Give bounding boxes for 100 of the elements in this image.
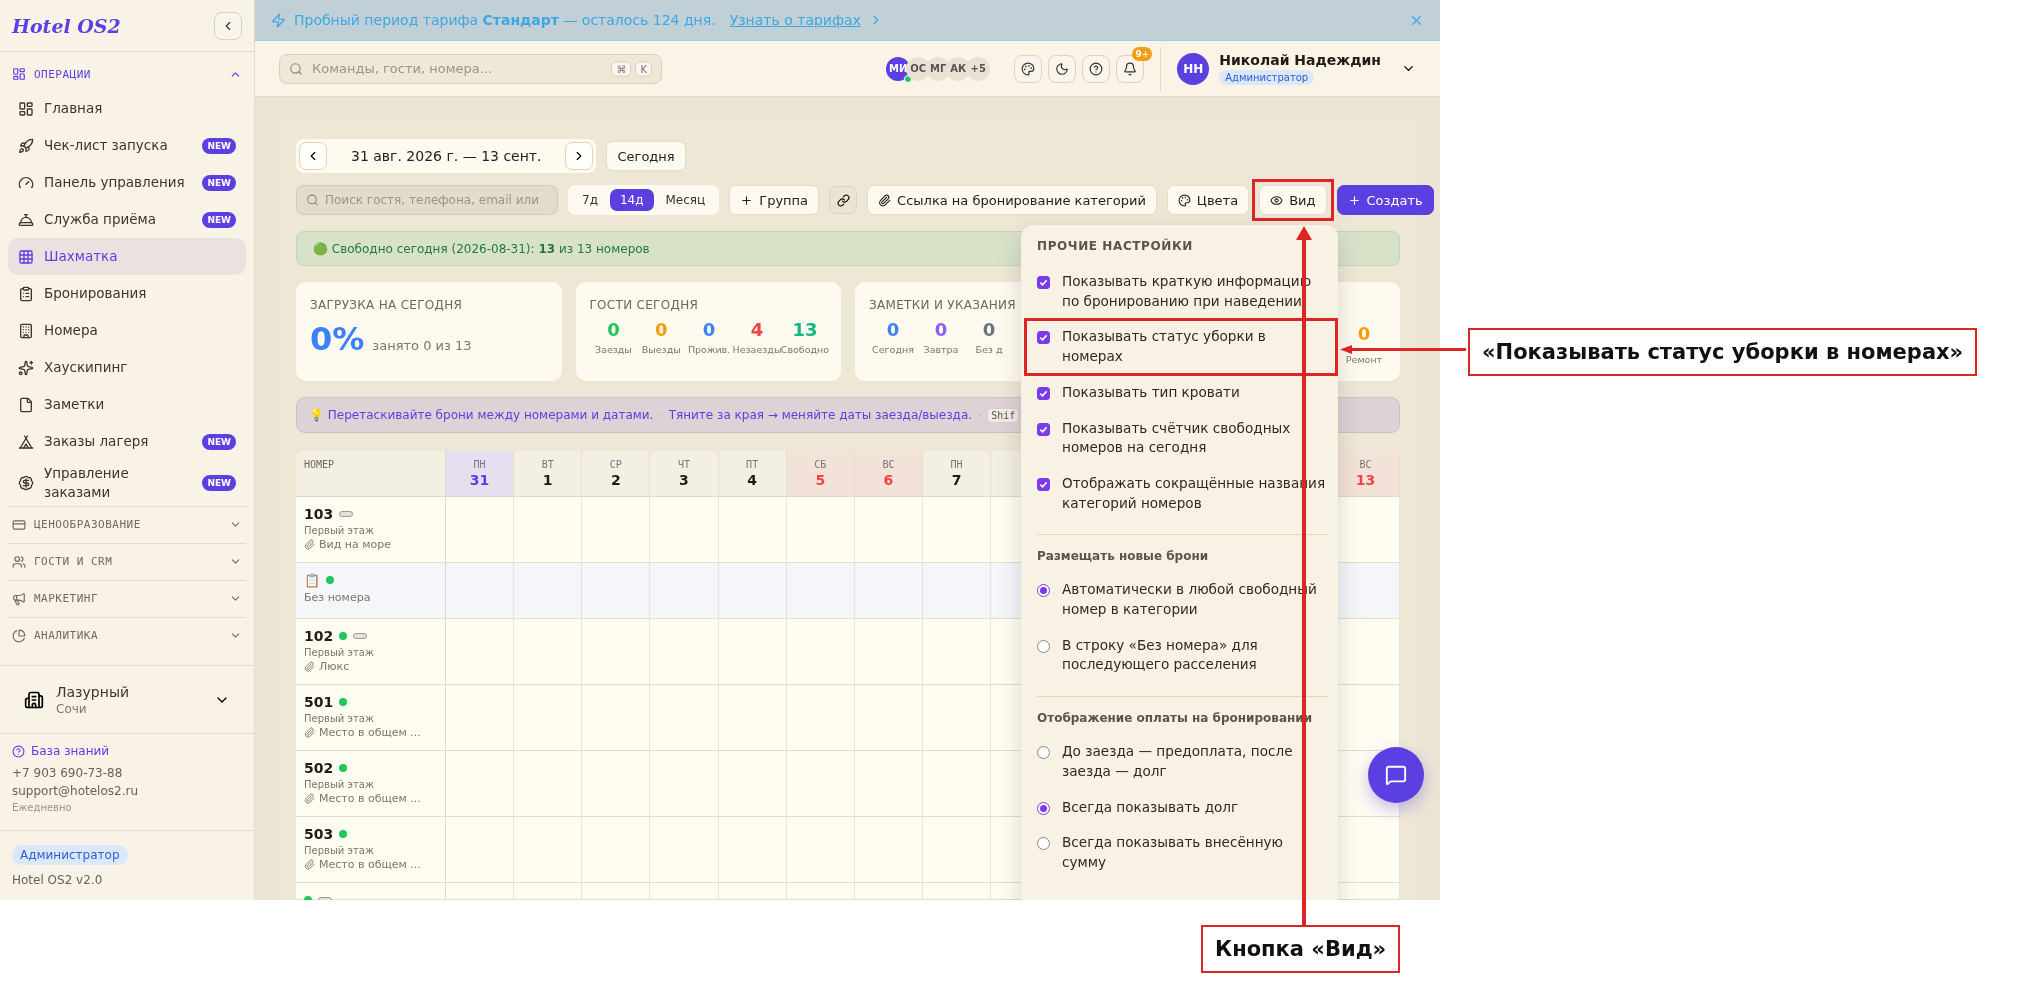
calendar-cell[interactable] — [718, 685, 787, 751]
calendar-cell[interactable] — [923, 497, 992, 563]
next-button[interactable] — [565, 142, 594, 170]
calendar-cell[interactable] — [446, 619, 515, 685]
colors-button[interactable]: Цвета — [1166, 185, 1250, 215]
calendar-cell[interactable] — [514, 619, 583, 685]
settings-radio[interactable]: Всегда показывать внесённую сумму — [1037, 828, 1328, 878]
help-button[interactable] — [1082, 54, 1111, 83]
nav-item[interactable]: Хаускипинг — [8, 349, 246, 386]
today-button[interactable]: Сегодня — [606, 141, 686, 171]
calendar-cell[interactable] — [854, 685, 923, 751]
calendar-cell[interactable] — [582, 685, 651, 751]
calendar-cell[interactable] — [514, 883, 583, 900]
booking-link-button[interactable]: Ссылка на бронирование категорий — [867, 185, 1157, 215]
calendar-cell[interactable] — [582, 817, 651, 883]
calendar-cell[interactable] — [854, 751, 923, 817]
previous-button[interactable] — [299, 142, 327, 170]
calendar-cell[interactable] — [650, 563, 719, 619]
calendar-cell[interactable] — [650, 751, 719, 817]
palette-button[interactable] — [1014, 54, 1043, 83]
calendar-cell[interactable] — [718, 751, 787, 817]
settings-radio[interactable]: До заезда — предоплата, после заезда — долг — [1037, 737, 1328, 787]
nav-item[interactable]: Панель управления NEW — [8, 164, 246, 201]
nav-section-header[interactable]: АНАЛИТИКА — [8, 616, 246, 654]
calendar-cell[interactable] — [923, 817, 992, 883]
calendar-cell[interactable] — [854, 563, 923, 619]
nav-item[interactable]: Шахматка — [8, 238, 246, 275]
nav-item[interactable]: Чек-лист запуска NEW — [8, 127, 246, 164]
calendar-cell[interactable] — [582, 497, 651, 563]
view-button[interactable]: Вид — [1259, 185, 1327, 215]
calendar-cell[interactable] — [446, 685, 515, 751]
nav-section-header[interactable]: ОПЕРАЦИИ — [8, 58, 246, 90]
nav-item[interactable]: Номера — [8, 312, 246, 349]
calendar-cell[interactable] — [718, 619, 787, 685]
calendar-cell[interactable] — [514, 563, 583, 619]
nav-item[interactable]: Заказы лагеря NEW — [8, 423, 246, 460]
calendar-cell[interactable] — [514, 817, 583, 883]
theme-button[interactable] — [1048, 54, 1077, 83]
calendar-cell[interactable] — [786, 685, 855, 751]
settings-checkbox[interactable]: Показывать статус уборки в номерах — [1037, 322, 1328, 372]
paperclip-icon — [304, 661, 315, 672]
calendar-cell[interactable] — [582, 563, 651, 619]
period-tab[interactable]: Месяц — [655, 189, 716, 211]
calendar-cell[interactable] — [446, 563, 515, 619]
calendar-cell[interactable] — [650, 497, 719, 563]
calendar-cell[interactable] — [923, 883, 992, 900]
nav-section-header[interactable]: МАРКЕТИНГ — [8, 579, 246, 617]
nav-item[interactable]: Служба приёма NEW — [8, 201, 246, 238]
calendar-cell[interactable] — [786, 563, 855, 619]
calendar-cell[interactable] — [650, 817, 719, 883]
calendar-cell[interactable] — [923, 619, 992, 685]
nav-item[interactable]: Бронирования — [8, 275, 246, 312]
calendar-cell[interactable] — [514, 685, 583, 751]
calendar-cell[interactable] — [786, 817, 855, 883]
calendar-cell[interactable] — [718, 883, 787, 900]
nav-section-header[interactable]: ЦЕНООБРАЗОВАНИЕ — [8, 505, 246, 543]
calendar-cell[interactable] — [582, 619, 651, 685]
calendar-cell[interactable] — [923, 685, 992, 751]
calendar-cell[interactable] — [514, 497, 583, 563]
calendar-cell[interactable] — [786, 751, 855, 817]
calendar-cell[interactable] — [854, 817, 923, 883]
calendar-cell[interactable] — [718, 563, 787, 619]
calendar-cell[interactable] — [786, 883, 855, 900]
calendar-cell[interactable] — [446, 817, 515, 883]
calendar-cell[interactable] — [650, 685, 719, 751]
knowledge-base-link[interactable]: База знаний — [12, 744, 242, 758]
settings-checkbox[interactable]: Показывать счётчик свободных номеров на сегодня — [1037, 413, 1328, 463]
calendar-cell[interactable] — [446, 497, 515, 563]
calendar-cell[interactable] — [786, 497, 855, 563]
calendar-cell[interactable] — [446, 883, 515, 900]
period-tab[interactable]: 14д — [609, 189, 654, 211]
nav-item[interactable]: Управление заказами NEW — [8, 460, 246, 506]
calendar-cell[interactable] — [718, 497, 787, 563]
settings-radio[interactable]: Всегда показывать долг — [1037, 792, 1328, 823]
settings-checkbox[interactable]: Показывать тип кровати — [1037, 377, 1328, 408]
calendar-cell[interactable] — [514, 751, 583, 817]
calendar-cell[interactable] — [446, 751, 515, 817]
period-tab[interactable]: 7д — [572, 189, 608, 211]
create-button[interactable]: Создать — [1336, 185, 1434, 215]
nav-item[interactable]: Главная — [8, 90, 246, 127]
calendar-cell[interactable] — [854, 497, 923, 563]
guest-search-field[interactable]: Поиск гостя, телефона, email или — [296, 185, 558, 215]
calendar-cell[interactable] — [923, 563, 992, 619]
nav-section-header[interactable]: ГОСТИ И CRM — [8, 542, 246, 580]
group-button[interactable]: Группа — [729, 185, 820, 215]
calendar-cell[interactable] — [854, 883, 923, 900]
calendar-cell[interactable] — [923, 751, 992, 817]
calendar-cell[interactable] — [650, 883, 719, 900]
calendar-cell[interactable] — [582, 751, 651, 817]
link-button[interactable] — [829, 186, 858, 214]
calendar-cell[interactable] — [718, 817, 787, 883]
collapse-button[interactable] — [214, 11, 242, 40]
calendar-cell[interactable] — [854, 619, 923, 685]
property-selector[interactable]: Лазурный Сочи — [0, 665, 254, 733]
nav-item[interactable]: Заметки — [8, 386, 246, 423]
calendar-cell[interactable] — [582, 883, 651, 900]
calendar-cell[interactable] — [786, 619, 855, 685]
settings-radio[interactable]: В строку «Без номера» для последующего расселения — [1037, 630, 1328, 681]
calendar-cell[interactable] — [650, 619, 719, 685]
user-menu[interactable]: НН Николай Надеждин Администратор — [1177, 52, 1416, 85]
